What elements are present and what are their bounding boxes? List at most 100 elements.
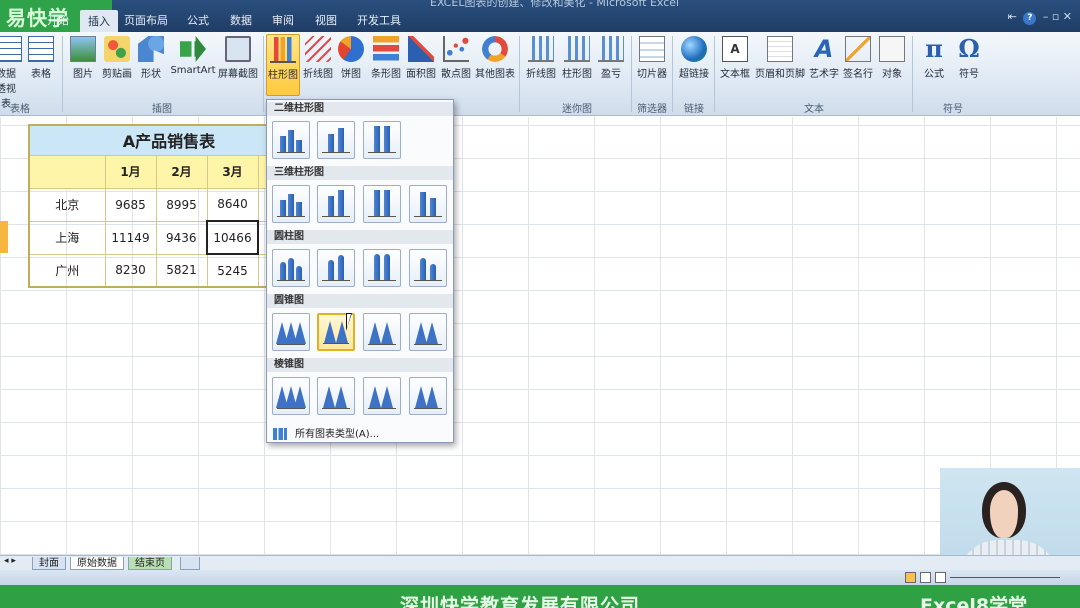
signature-line-button[interactable]: 签名行 [842,36,874,80]
group-separator [62,36,63,112]
stacked-column-option[interactable] [317,121,355,159]
chart-types-icon [273,428,287,440]
3d-percent-column-option[interactable] [363,185,401,223]
city-cell[interactable]: 上海 [28,220,106,255]
value-cell[interactable]: 5245 [206,253,259,288]
tab-insert[interactable]: 插入 [80,10,118,32]
table-cell[interactable] [28,154,106,189]
line-chart-button[interactable]: 折线图 [301,36,335,80]
object-button[interactable]: 对象 [878,36,906,80]
clustered-pyramid-option[interactable] [272,377,310,415]
zoom-slider[interactable] [950,577,1060,578]
city-cell[interactable]: 广州 [28,253,106,288]
section-cone: 圆锥图 [267,294,453,308]
percent-stacked-column-option[interactable] [363,121,401,159]
group-separator [912,36,913,112]
tab-page-layout[interactable]: 页面布局 [124,12,168,28]
clustered-cylinder-option[interactable] [272,249,310,287]
restore-icon[interactable]: ▫ [1052,10,1059,23]
tab-scroll-icon[interactable]: ◂ ▸ [4,556,16,566]
pivot-table-button[interactable]: 数据透视表 [0,36,22,110]
bar-chart-button[interactable]: 条形图 [370,36,402,80]
group-label-text: 文本 [804,104,824,115]
sheet-tab-raw-data[interactable]: 原始数据 [70,557,124,570]
worksheet-grid[interactable]: A产品销售表 1月 2月 3月 北京 9685 8995 8640 上海 111… [0,117,1080,555]
pie-chart-button[interactable]: 饼图 [338,36,364,80]
object-icon [879,36,905,62]
screenshot-button[interactable]: 屏幕截图 [216,36,260,80]
3d-clustered-column-option[interactable] [272,185,310,223]
section-2d-column: 二维柱形图 [267,102,453,116]
tab-developer[interactable]: 开发工具 [357,12,401,28]
clustered-cone-option[interactable] [272,313,310,351]
stacked-cylinder-option[interactable] [317,249,355,287]
company-name: 深圳快学教育发展有限公司 [400,595,641,608]
minimize-icon[interactable]: – [1043,10,1049,23]
all-chart-types-link[interactable]: 所有图表类型(A)... [273,425,379,440]
title-bar: 易快学 EXCEL图表的创建、修改和美化 - Microsoft Excel 开… [0,0,1080,32]
wordart-button[interactable]: A 艺术字 [808,36,840,80]
stacked-pyramid-option[interactable] [317,377,355,415]
symbol-button[interactable]: Ω 符号 [955,36,983,81]
selected-cell[interactable]: 10466 [206,220,259,255]
tab-data[interactable]: 数据 [230,12,252,28]
value-cell[interactable]: 9685 [104,187,157,222]
3d-stacked-column-option[interactable] [317,185,355,223]
help-icon[interactable]: ? [1023,12,1037,25]
month-header[interactable]: 1月 [104,154,157,189]
clip-art-icon [104,36,130,62]
hyperlink-icon [681,36,707,62]
minimize-ribbon-icon[interactable]: ⇤ [1008,10,1017,23]
sparkline-winloss-button[interactable]: 盈亏 [598,36,624,80]
month-header[interactable]: 3月 [206,154,259,189]
sparkline-column-button[interactable]: 柱形图 [560,36,594,80]
value-cell[interactable]: 8230 [104,253,157,288]
3d-column-option[interactable] [409,185,447,223]
tab-home[interactable]: 开始 [47,12,69,28]
sheet-tab-end[interactable]: 结束页 [128,557,172,570]
page-break-view-icon[interactable] [935,572,946,583]
bar-chart-icon [373,36,399,62]
area-chart-button[interactable]: 面积图 [405,36,437,80]
table-button[interactable]: 表格 [28,36,54,80]
percent-cone-option[interactable] [363,313,401,351]
sparkline-line-button[interactable]: 折线图 [524,36,558,80]
smartart-button[interactable]: SmartArt [170,36,216,76]
month-header[interactable]: 2月 [155,154,208,189]
section-3d-column: 三维柱形图 [267,166,453,180]
normal-view-icon[interactable] [905,572,916,583]
clip-art-button[interactable]: 剪贴画 [100,36,134,80]
value-cell[interactable]: 11149 [104,220,157,255]
scatter-chart-button[interactable]: 散点图 [440,36,472,80]
textbox-button[interactable]: A 文本框 [719,36,751,80]
city-cell[interactable]: 北京 [28,187,106,222]
value-cell[interactable]: 8995 [155,187,208,222]
clustered-column-option[interactable] [272,121,310,159]
slicer-icon [639,36,665,62]
3d-cone-option[interactable] [409,313,447,351]
percent-pyramid-option[interactable] [363,377,401,415]
3d-cylinder-option[interactable] [409,249,447,287]
picture-button[interactable]: 图片 [70,36,96,80]
page-layout-view-icon[interactable] [920,572,931,583]
header-footer-button[interactable]: 页眉和页脚 [754,36,806,80]
value-cell[interactable]: 5821 [155,253,208,288]
group-label-sparklines: 迷你图 [562,104,592,115]
tab-formulas[interactable]: 公式 [187,12,209,28]
insert-sheet-icon[interactable] [180,557,200,570]
slicer-button[interactable]: 切片器 [636,36,668,80]
tab-review[interactable]: 审阅 [272,12,294,28]
close-icon[interactable]: ✕ [1063,10,1072,23]
3d-pyramid-option[interactable] [409,377,447,415]
column-chart-button[interactable]: 柱形图 [266,34,300,96]
window-title: EXCEL图表的创建、修改和美化 - Microsoft Excel [430,0,680,9]
shapes-button[interactable]: 形状 [138,36,164,80]
sheet-tab-cover[interactable]: 封面 [32,557,66,570]
percent-cylinder-option[interactable] [363,249,401,287]
value-cell[interactable]: 9436 [155,220,208,255]
equation-button[interactable]: π 公式 [920,36,948,81]
other-charts-button[interactable]: 其他图表 [474,36,516,80]
hyperlink-button[interactable]: 超链接 [678,36,710,80]
value-cell[interactable]: 8640 [206,187,259,222]
tab-view[interactable]: 视图 [315,12,337,28]
